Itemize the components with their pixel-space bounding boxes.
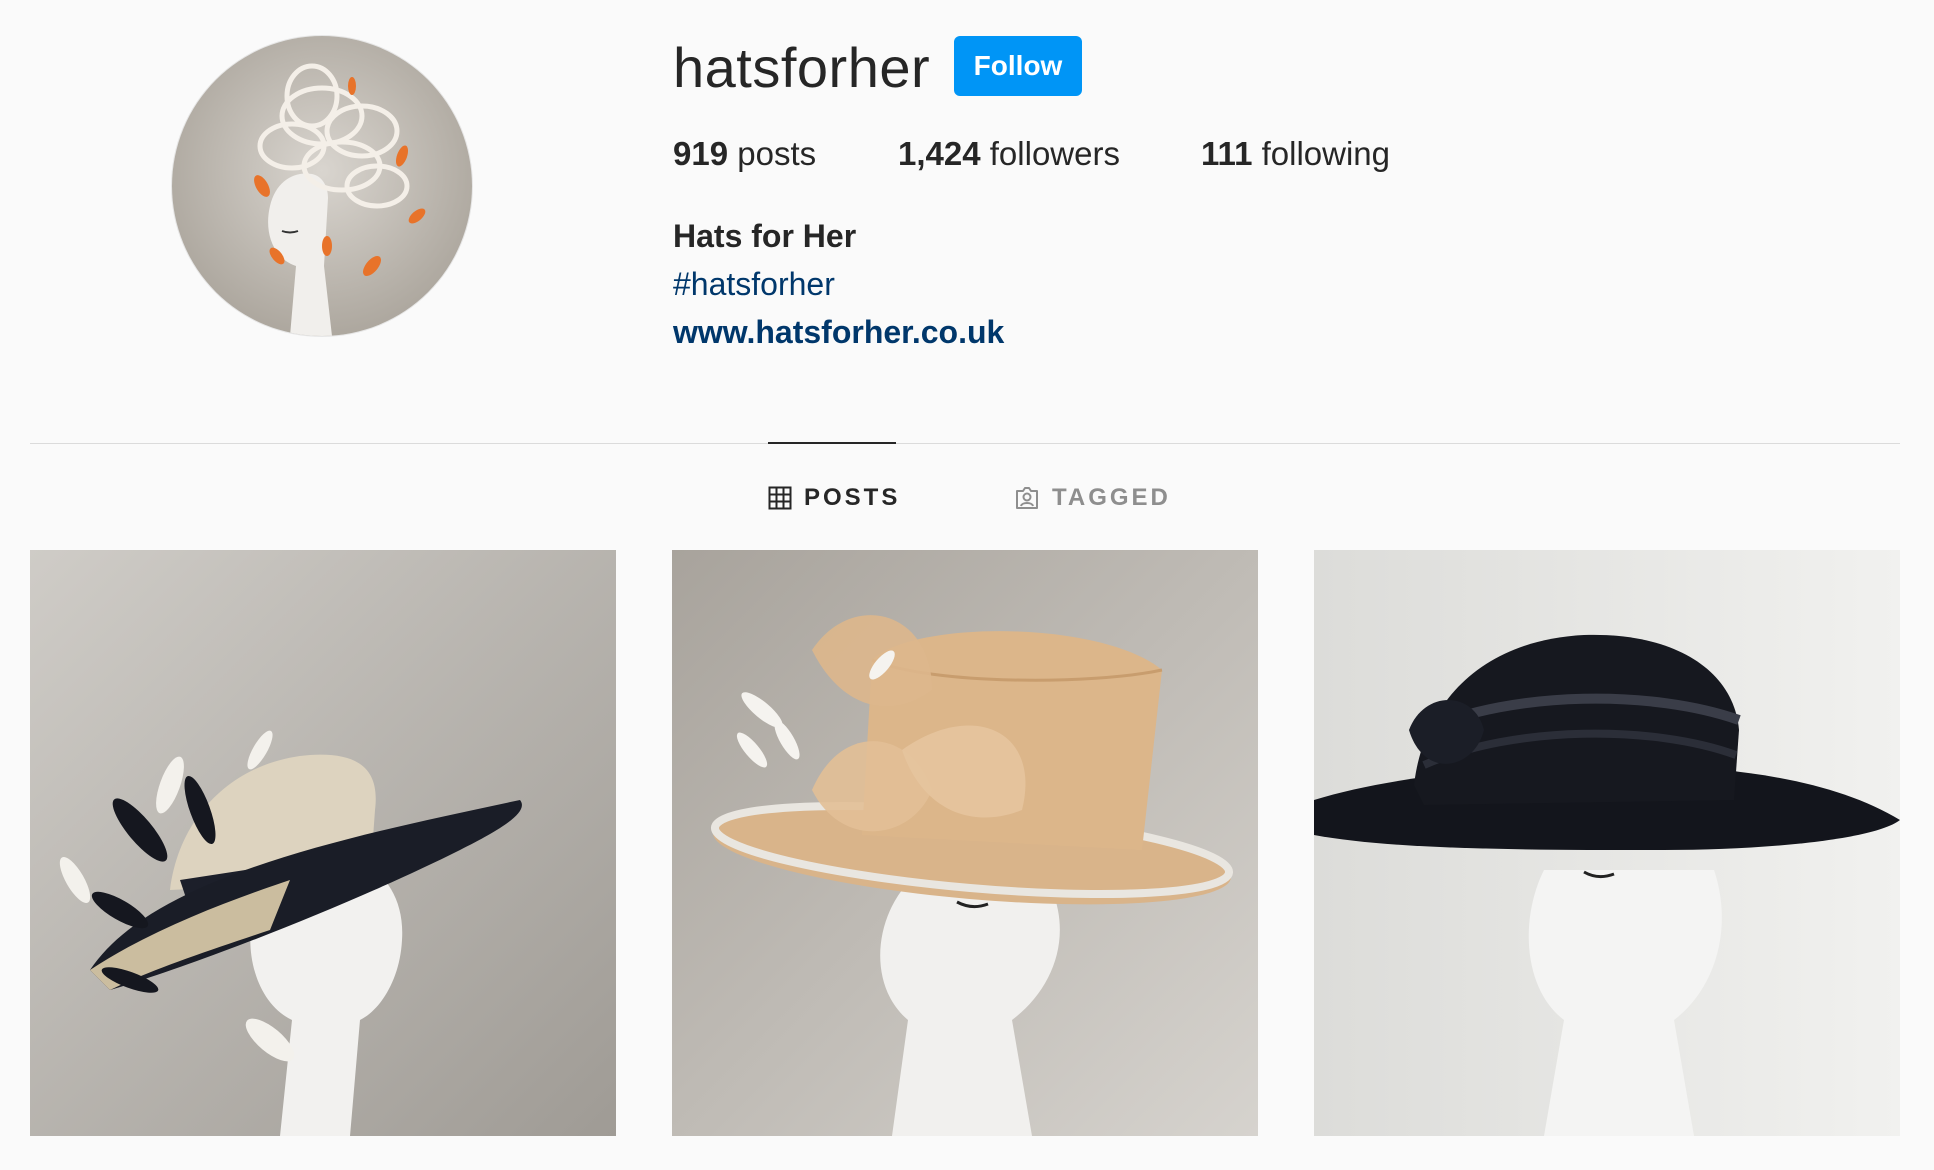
post-thumbnail[interactable] [1314,550,1900,1136]
post-image-black-cream-hat [30,550,616,1136]
profile-page: hatsforher Follow 919 posts 1,424 follow… [0,0,1934,1170]
followers-stat[interactable]: 1,424 followers [898,134,1120,174]
tabs-divider [30,443,1900,444]
follow-button[interactable]: Follow [954,36,1082,96]
post-image-black-hat [1314,550,1900,1136]
bio-full-name: Hats for Her [673,218,857,254]
tab-tagged-label: TAGGED [1052,484,1171,511]
post-image-peach-hat [672,550,1258,1136]
tagged-icon [1016,487,1038,509]
posts-label: posts [737,135,817,172]
post-thumbnail[interactable] [30,550,616,1136]
posts-count: 919 [673,135,729,172]
following-label: following [1261,135,1391,172]
bio-hashtag-link[interactable]: #hatsforher [673,264,835,304]
tab-tagged[interactable]: TAGGED [1014,478,1171,518]
post-thumbnail[interactable] [672,550,1258,1136]
posts-stat: 919 posts [673,134,816,174]
tab-posts[interactable]: POSTS [768,478,900,518]
followers-label: followers [989,135,1120,172]
profile-avatar[interactable] [172,36,472,336]
grid-icon [768,486,792,510]
profile-username: hatsforher [673,36,931,99]
following-count: 111 [1201,135,1253,172]
avatar-image [172,36,472,336]
followers-count: 1,424 [898,135,981,172]
following-stat[interactable]: 111 following [1201,134,1390,174]
bio-website-link[interactable]: www.hatsforher.co.uk [673,312,1004,352]
tab-posts-label: POSTS [804,484,901,511]
active-tab-indicator [768,442,896,444]
